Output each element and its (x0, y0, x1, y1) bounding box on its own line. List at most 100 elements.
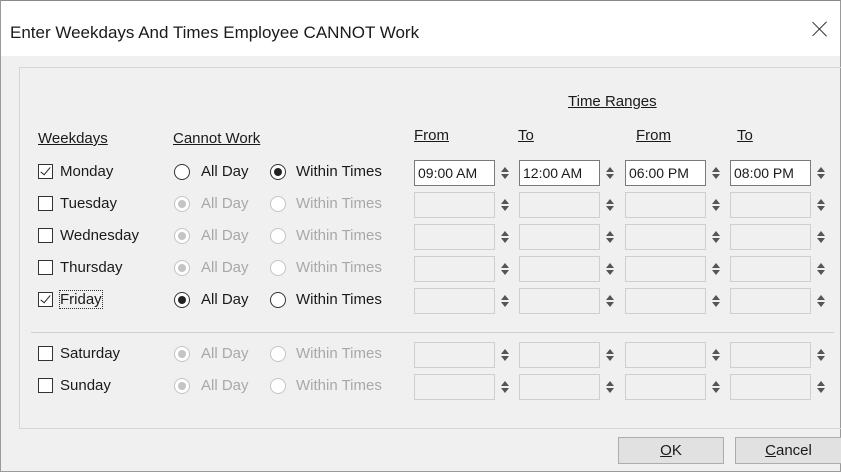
spin-up-icon[interactable] (606, 231, 614, 236)
spinner-tuesday-to-2[interactable] (813, 192, 829, 218)
spinner-tuesday-from-1[interactable] (497, 192, 513, 218)
time-field-saturday-from-1[interactable] (414, 342, 495, 368)
spinner-tuesday-from-2[interactable] (708, 192, 724, 218)
spinner-monday-from-1[interactable] (497, 160, 513, 186)
spin-down-icon[interactable] (712, 302, 720, 307)
spinner-friday-to-1[interactable] (602, 288, 618, 314)
spinner-saturday-from-1[interactable] (497, 342, 513, 368)
spin-down-icon[interactable] (817, 174, 825, 179)
time-field-wednesday-to-2[interactable] (730, 224, 811, 250)
spin-down-icon[interactable] (501, 302, 509, 307)
time-field-sunday-to-2[interactable] (730, 374, 811, 400)
spin-up-icon[interactable] (817, 349, 825, 354)
time-field-friday-to-2[interactable] (730, 288, 811, 314)
spin-up-icon[interactable] (501, 263, 509, 268)
radio-within-thursday[interactable] (270, 260, 286, 276)
time-field-tuesday-to-2[interactable] (730, 192, 811, 218)
time-field-saturday-from-2[interactable] (625, 342, 706, 368)
ok-button[interactable]: OK (618, 437, 724, 464)
spinner-wednesday-to-1[interactable] (602, 224, 618, 250)
radio-within-monday[interactable] (270, 164, 286, 180)
spin-up-icon[interactable] (817, 381, 825, 386)
checkbox-tuesday[interactable] (38, 196, 53, 211)
radio-within-tuesday[interactable] (270, 196, 286, 212)
cancel-button[interactable]: Cancel (735, 437, 841, 464)
spin-up-icon[interactable] (606, 263, 614, 268)
spin-up-icon[interactable] (606, 199, 614, 204)
checkbox-sunday[interactable] (38, 378, 53, 393)
spin-up-icon[interactable] (712, 167, 720, 172)
close-icon[interactable] (807, 17, 833, 43)
spin-up-icon[interactable] (817, 263, 825, 268)
time-field-sunday-to-1[interactable] (519, 374, 600, 400)
spinner-saturday-to-1[interactable] (602, 342, 618, 368)
spin-down-icon[interactable] (817, 388, 825, 393)
spin-down-icon[interactable] (817, 302, 825, 307)
spin-down-icon[interactable] (606, 238, 614, 243)
radio-allday-wednesday[interactable] (174, 228, 190, 244)
radio-within-saturday[interactable] (270, 346, 286, 362)
time-field-friday-from-1[interactable] (414, 288, 495, 314)
spin-up-icon[interactable] (712, 263, 720, 268)
spin-up-icon[interactable] (817, 231, 825, 236)
time-field-saturday-to-1[interactable] (519, 342, 600, 368)
radio-allday-saturday[interactable] (174, 346, 190, 362)
spinner-saturday-from-2[interactable] (708, 342, 724, 368)
radio-within-sunday[interactable] (270, 378, 286, 394)
time-field-thursday-to-1[interactable] (519, 256, 600, 282)
radio-allday-monday[interactable] (174, 164, 190, 180)
checkbox-friday[interactable] (38, 292, 53, 307)
spinner-monday-to-1[interactable] (602, 160, 618, 186)
spinner-sunday-to-1[interactable] (602, 374, 618, 400)
spin-up-icon[interactable] (501, 199, 509, 204)
time-field-tuesday-from-2[interactable] (625, 192, 706, 218)
spin-up-icon[interactable] (817, 295, 825, 300)
time-field-tuesday-to-1[interactable] (519, 192, 600, 218)
checkbox-monday[interactable] (38, 164, 53, 179)
spin-down-icon[interactable] (606, 302, 614, 307)
radio-allday-tuesday[interactable] (174, 196, 190, 212)
spin-down-icon[interactable] (712, 356, 720, 361)
spin-down-icon[interactable] (817, 270, 825, 275)
spin-up-icon[interactable] (606, 295, 614, 300)
time-field-tuesday-from-1[interactable] (414, 192, 495, 218)
time-field-thursday-to-2[interactable] (730, 256, 811, 282)
spin-down-icon[interactable] (712, 270, 720, 275)
spin-up-icon[interactable] (606, 349, 614, 354)
radio-allday-friday[interactable] (174, 292, 190, 308)
spin-up-icon[interactable] (817, 167, 825, 172)
time-field-monday-from-2[interactable]: 06:00 PM (625, 160, 706, 186)
spin-up-icon[interactable] (712, 381, 720, 386)
spinner-sunday-from-1[interactable] (497, 374, 513, 400)
spinner-monday-to-2[interactable] (813, 160, 829, 186)
spinner-thursday-to-2[interactable] (813, 256, 829, 282)
spin-down-icon[interactable] (501, 206, 509, 211)
spinner-saturday-to-2[interactable] (813, 342, 829, 368)
time-field-monday-to-1[interactable]: 12:00 AM (519, 160, 600, 186)
spin-down-icon[interactable] (501, 238, 509, 243)
spin-down-icon[interactable] (501, 174, 509, 179)
spin-down-icon[interactable] (501, 270, 509, 275)
time-field-friday-to-1[interactable] (519, 288, 600, 314)
spin-down-icon[interactable] (606, 356, 614, 361)
time-field-monday-to-2[interactable]: 08:00 PM (730, 160, 811, 186)
spinner-thursday-to-1[interactable] (602, 256, 618, 282)
spinner-friday-to-2[interactable] (813, 288, 829, 314)
spin-up-icon[interactable] (501, 167, 509, 172)
spin-down-icon[interactable] (712, 388, 720, 393)
time-field-monday-from-1[interactable]: 09:00 AM (414, 160, 495, 186)
spin-down-icon[interactable] (712, 174, 720, 179)
spinner-thursday-from-1[interactable] (497, 256, 513, 282)
spinner-wednesday-to-2[interactable] (813, 224, 829, 250)
spin-up-icon[interactable] (501, 349, 509, 354)
spin-down-icon[interactable] (712, 206, 720, 211)
spin-up-icon[interactable] (606, 167, 614, 172)
spin-down-icon[interactable] (712, 238, 720, 243)
spin-down-icon[interactable] (817, 356, 825, 361)
spinner-thursday-from-2[interactable] (708, 256, 724, 282)
spin-down-icon[interactable] (501, 356, 509, 361)
spinner-friday-from-1[interactable] (497, 288, 513, 314)
spin-up-icon[interactable] (501, 381, 509, 386)
radio-allday-sunday[interactable] (174, 378, 190, 394)
spin-up-icon[interactable] (712, 231, 720, 236)
